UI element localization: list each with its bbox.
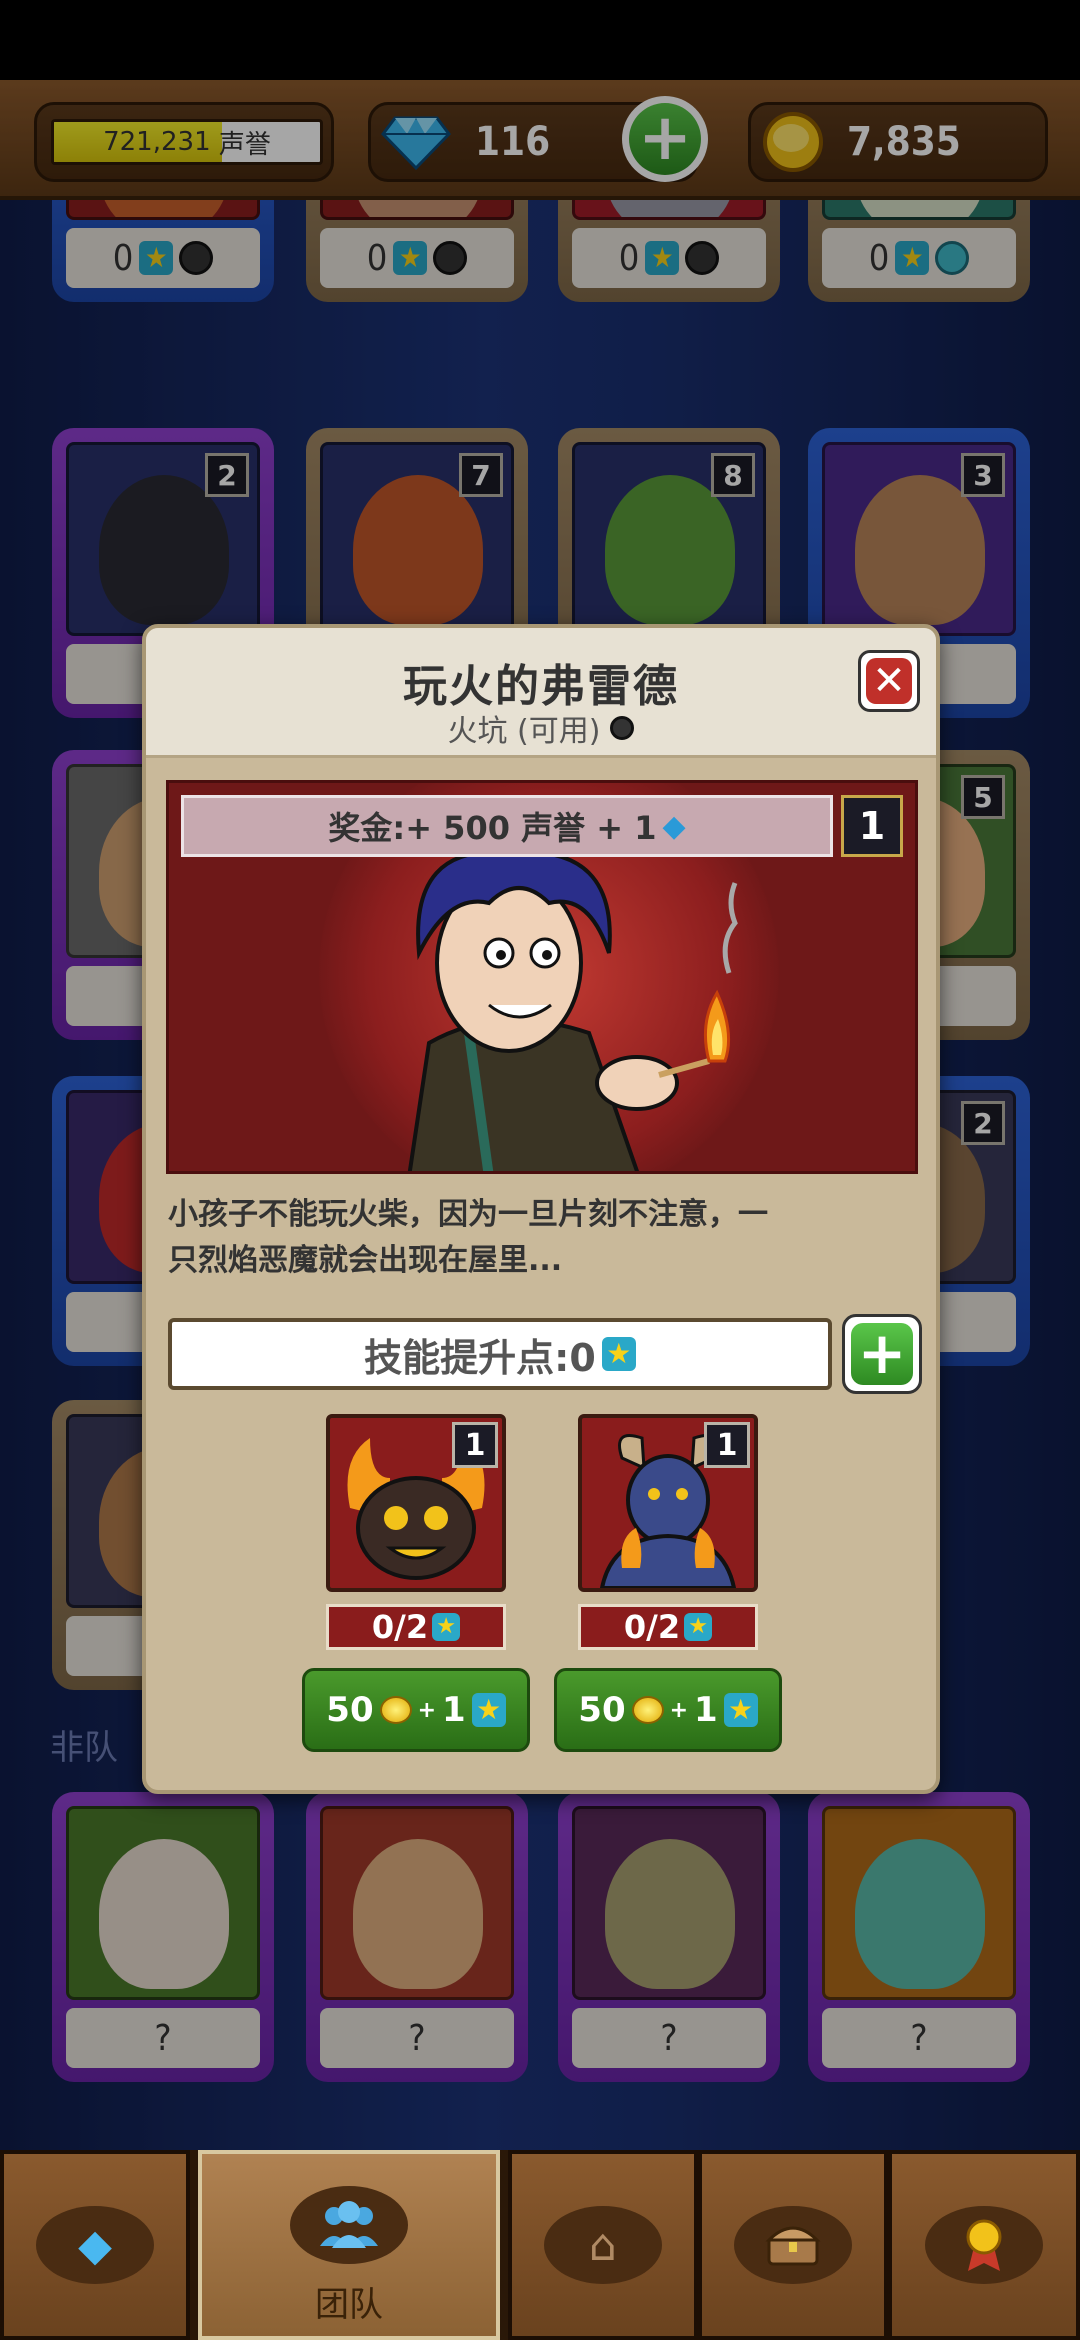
- star-icon: ★: [684, 1613, 713, 1641]
- ability-progress: 0/2 ★: [578, 1604, 758, 1650]
- dialog-header: 玩火的弗雷德 火坑 (可用) ✕: [146, 628, 936, 758]
- minotaur-ability-icon: 1: [578, 1414, 758, 1592]
- skill-points-label: 技能提升点:0: [364, 1335, 596, 1380]
- nav-tab-team-label: 团队: [315, 2285, 383, 2325]
- ability-slot[interactable]: 1 0/2 ★: [326, 1414, 506, 1650]
- hero-description: 小孩子不能玩火柴，因为一旦片刻不注意，一 只烈焰恶魔就会出现在屋里...: [168, 1197, 768, 1278]
- hero-level-badge: 1: [841, 795, 903, 857]
- bonus-banner: 奖金:+ 500 声誉 + 1 ◆: [181, 795, 833, 857]
- treasure-chest-icon: [765, 2226, 821, 2266]
- nav-tab-village[interactable]: ⌂: [508, 2150, 698, 2340]
- ability-progress: 0/2 ★: [326, 1604, 506, 1650]
- nav-tab-treasure[interactable]: [698, 2150, 888, 2340]
- star-icon: ★: [471, 1693, 506, 1727]
- hero-portrait-panel: 奖金:+ 500 声誉 + 1 ◆ 1: [166, 780, 918, 1174]
- nav-tab-shop[interactable]: ◆: [0, 2150, 190, 2340]
- star-icon: ★: [723, 1693, 758, 1727]
- coin-icon: [631, 1696, 664, 1724]
- star-icon: ★: [432, 1613, 461, 1641]
- fire-demon-ability-icon: 1: [326, 1414, 506, 1592]
- upgrade-ability-button[interactable]: 50 + 1 ★: [554, 1668, 782, 1752]
- add-skill-points-button[interactable]: +: [842, 1314, 922, 1394]
- star-icon: ★: [601, 1337, 636, 1371]
- close-icon: ✕: [866, 658, 912, 704]
- hero-location-status: 火坑 (可用): [447, 714, 601, 749]
- plus-icon: +: [851, 1323, 913, 1385]
- status-dot: [610, 716, 635, 740]
- close-button[interactable]: ✕: [858, 650, 920, 712]
- ability-level-badge: 1: [452, 1422, 498, 1468]
- ability-level-badge: 1: [704, 1422, 750, 1468]
- coin-icon: [379, 1696, 412, 1724]
- upgrade-ability-button[interactable]: 50 + 1 ★: [302, 1668, 530, 1752]
- bottom-navigation: ◆ 团队 ⌂: [0, 2150, 1080, 2340]
- diamond-icon: ◆: [662, 808, 686, 844]
- ability-slot[interactable]: 1 0/2 ★: [578, 1414, 758, 1650]
- bonus-text: 奖金:+ 500 声誉 + 1: [328, 809, 657, 847]
- team-icon: [320, 2201, 378, 2248]
- diamond-icon: ◆: [78, 2219, 112, 2271]
- medal-icon: [966, 2219, 1002, 2271]
- skill-points-display: 技能提升点:0 ★: [168, 1318, 832, 1390]
- hero-name: 玩火的弗雷德: [403, 661, 679, 712]
- hero-detail-dialog: 玩火的弗雷德 火坑 (可用) ✕ 奖金:+ 500 声誉 + 1 ◆ 1 小孩子…: [142, 624, 940, 1794]
- nav-tab-achievements[interactable]: [888, 2150, 1080, 2340]
- nav-tab-team[interactable]: 团队: [198, 2150, 500, 2340]
- house-icon: ⌂: [589, 2219, 617, 2271]
